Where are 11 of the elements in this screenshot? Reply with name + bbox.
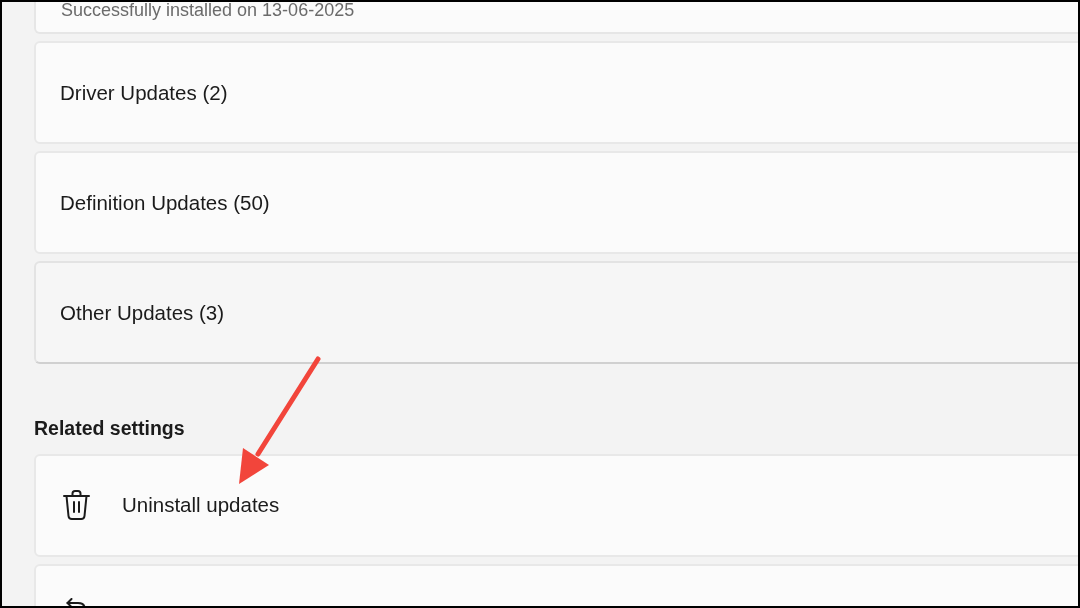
section-heading: Related settings xyxy=(34,416,185,440)
setting-label: Uninstall updates xyxy=(122,492,280,518)
category-label: Other Updates (3) xyxy=(60,299,225,326)
category-label: Driver Updates (2) xyxy=(60,79,228,106)
update-category-row[interactable]: Definition Updates (50) xyxy=(34,151,1078,254)
update-category-row[interactable]: Driver Updates (2) xyxy=(34,41,1078,144)
trash-icon xyxy=(63,490,90,520)
related-setting-row[interactable]: Uninstall updates xyxy=(34,454,1078,557)
update-category-row[interactable]: Other Updates (3) xyxy=(34,261,1078,364)
install-status-text: Successfully installed on 13-06-2025 xyxy=(61,2,355,19)
category-label: Definition Updates (50) xyxy=(60,189,270,216)
